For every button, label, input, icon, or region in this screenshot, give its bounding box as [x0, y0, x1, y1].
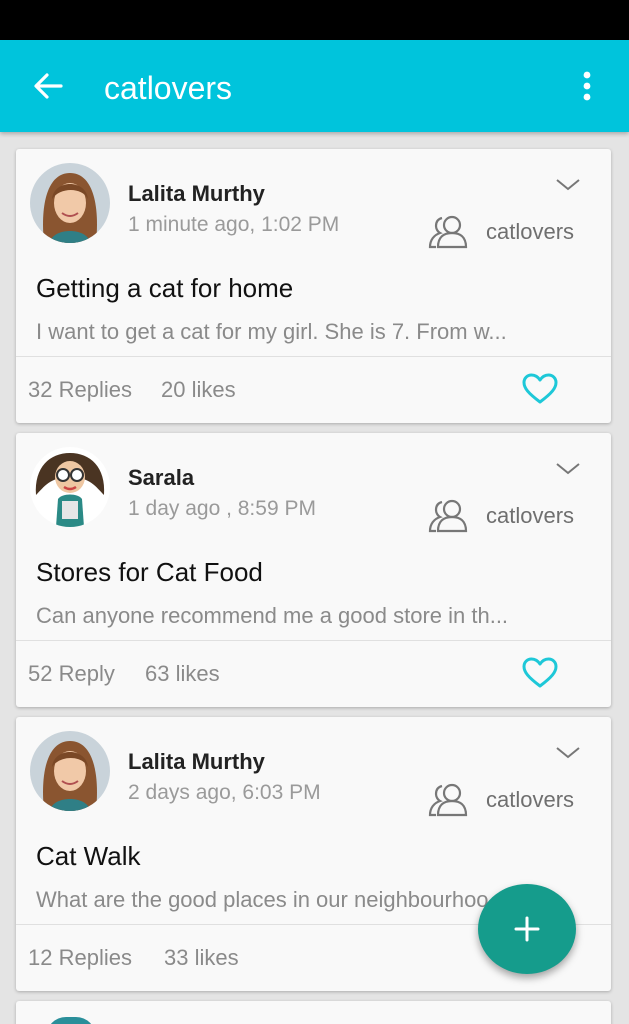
avatar — [46, 1017, 96, 1024]
app-bar: catlovers — [0, 40, 629, 132]
chevron-down-icon[interactable] — [554, 745, 582, 761]
post-title[interactable]: Stores for Cat Food — [36, 557, 263, 588]
group-icon — [428, 783, 468, 817]
divider — [16, 356, 611, 357]
group-name[interactable]: catlovers — [486, 787, 574, 813]
post-timestamp: 2 days ago, 6:03 PM — [128, 781, 321, 804]
chevron-down-icon[interactable] — [554, 461, 582, 477]
more-vert-icon — [583, 71, 591, 101]
avatar[interactable] — [30, 447, 110, 527]
author-name[interactable]: Lalita Murthy — [128, 181, 265, 207]
heart-outline-icon[interactable] — [522, 657, 558, 689]
post-title[interactable]: Getting a cat for home — [36, 273, 293, 304]
likes-count[interactable]: 20 likes — [161, 377, 236, 403]
avatar[interactable] — [30, 731, 110, 811]
overflow-menu-button[interactable] — [570, 68, 604, 104]
author-name[interactable]: Lalita Murthy — [128, 749, 265, 775]
group-icon — [428, 499, 468, 533]
arrow-left-icon — [34, 73, 63, 99]
post-timestamp: 1 day ago , 8:59 PM — [128, 497, 316, 520]
likes-count[interactable]: 63 likes — [145, 661, 220, 687]
post-snippet: Can anyone recommend me a good store in … — [36, 603, 509, 628]
group-name[interactable]: catlovers — [486, 219, 574, 245]
likes-count[interactable]: 33 likes — [164, 945, 239, 971]
status-bar — [0, 0, 629, 40]
post-card[interactable]: Sarala 1 day ago , 8:59 PM catlovers Sto… — [16, 433, 611, 707]
back-button[interactable] — [28, 68, 68, 104]
post-card-partial[interactable] — [16, 1001, 611, 1024]
group-name[interactable]: catlovers — [486, 503, 574, 529]
post-timestamp: 1 minute ago, 1:02 PM — [128, 213, 340, 236]
new-post-button[interactable] — [478, 884, 576, 974]
replies-count[interactable]: 12 Replies — [28, 945, 132, 971]
post-snippet: I want to get a cat for my girl. She is … — [36, 319, 507, 344]
avatar[interactable] — [30, 163, 110, 243]
plus-icon — [514, 916, 540, 942]
post-title[interactable]: Cat Walk — [36, 841, 141, 872]
replies-count[interactable]: 52 Reply — [28, 661, 115, 687]
post-card[interactable]: Lalita Murthy 1 minute ago, 1:02 PM catl… — [16, 149, 611, 423]
replies-count[interactable]: 32 Replies — [28, 377, 132, 403]
heart-outline-icon[interactable] — [522, 373, 558, 405]
chevron-down-icon[interactable] — [554, 177, 582, 193]
author-name[interactable]: Sarala — [128, 465, 194, 491]
divider — [16, 640, 611, 641]
group-icon — [428, 215, 468, 249]
app-title: catlovers — [104, 70, 233, 106]
